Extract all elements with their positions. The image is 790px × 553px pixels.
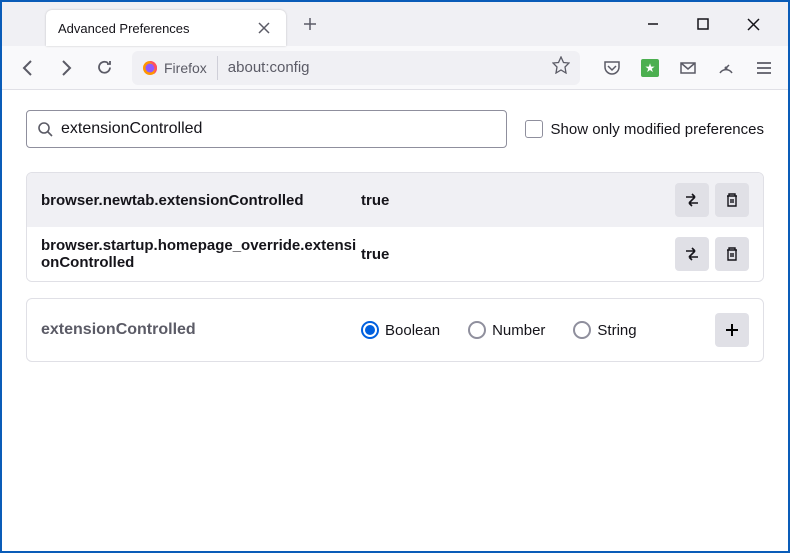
inbox-icon[interactable] (674, 54, 702, 82)
search-box[interactable] (26, 110, 507, 148)
add-pref-row: extensionControlled Boolean Number Strin… (26, 298, 764, 362)
type-radio-group: Boolean Number String (361, 321, 715, 339)
identity-label: Firefox (164, 60, 207, 76)
window-controls (638, 9, 788, 39)
toggle-button[interactable] (675, 237, 709, 271)
extension-icon[interactable]: ★ (636, 54, 664, 82)
pref-value: true (361, 192, 675, 209)
identity-box[interactable]: Firefox (142, 56, 218, 80)
radio-icon (573, 321, 591, 339)
url-bar[interactable]: Firefox about:config (132, 51, 580, 85)
delete-button[interactable] (715, 237, 749, 271)
pref-name: browser.newtab.extensionControlled (41, 192, 361, 209)
pref-row[interactable]: browser.startup.homepage_override.extens… (27, 227, 763, 281)
radio-number[interactable]: Number (468, 321, 545, 339)
pocket-icon[interactable] (598, 54, 626, 82)
back-button[interactable] (12, 52, 44, 84)
checkbox-icon (525, 120, 543, 138)
pref-name: browser.startup.homepage_override.extens… (41, 237, 361, 271)
search-input[interactable] (61, 120, 496, 138)
new-tab-button[interactable] (294, 8, 326, 40)
content-area: Show only modified preferences browser.n… (2, 90, 788, 382)
browser-tab[interactable]: Advanced Preferences (46, 10, 286, 46)
url-text: about:config (228, 59, 552, 76)
radio-boolean[interactable]: Boolean (361, 321, 440, 339)
forward-button[interactable] (50, 52, 82, 84)
firefox-icon (142, 60, 158, 76)
close-window-button[interactable] (738, 9, 768, 39)
radio-icon (468, 321, 486, 339)
minimize-button[interactable] (638, 9, 668, 39)
navigation-toolbar: Firefox about:config ★ (2, 46, 788, 90)
search-icon (37, 121, 53, 137)
plus-icon (724, 322, 740, 338)
maximize-button[interactable] (688, 9, 718, 39)
checkbox-label: Show only modified preferences (551, 121, 764, 138)
titlebar: Advanced Preferences (2, 2, 788, 46)
add-pref-name: extensionControlled (41, 321, 361, 339)
pref-value: true (361, 246, 675, 263)
speed-icon[interactable] (712, 54, 740, 82)
tab-title: Advanced Preferences (58, 21, 254, 36)
radio-icon (361, 321, 379, 339)
preferences-list: browser.newtab.extensionControlled true … (26, 172, 764, 282)
bookmark-star-icon[interactable] (552, 56, 570, 79)
toggle-button[interactable] (675, 183, 709, 217)
add-button[interactable] (715, 313, 749, 347)
menu-button[interactable] (750, 54, 778, 82)
pref-row[interactable]: browser.newtab.extensionControlled true (27, 173, 763, 227)
delete-button[interactable] (715, 183, 749, 217)
reload-button[interactable] (88, 52, 120, 84)
close-icon[interactable] (254, 18, 274, 38)
show-modified-checkbox-wrap[interactable]: Show only modified preferences (525, 120, 764, 138)
radio-string[interactable]: String (573, 321, 636, 339)
